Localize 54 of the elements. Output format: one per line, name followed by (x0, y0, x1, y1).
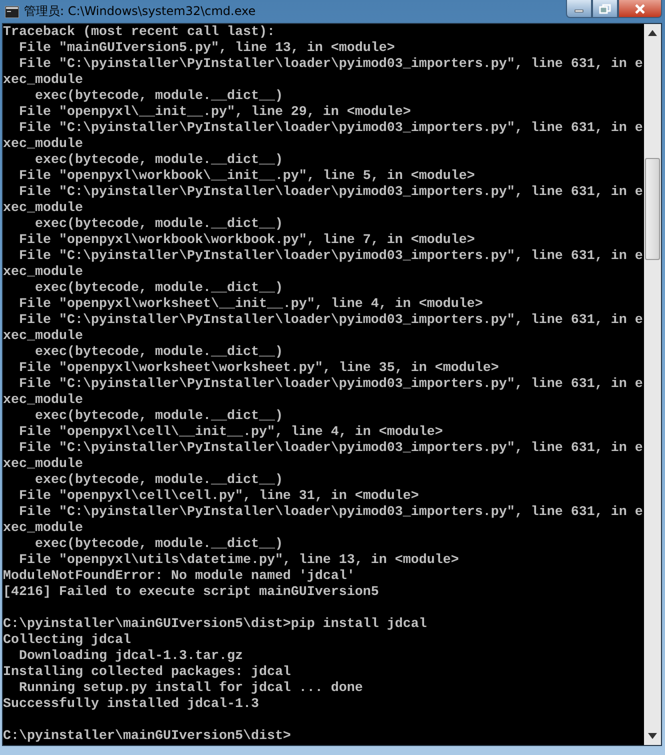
console-line: ModuleNotFoundError: No module named 'jdcal' (3, 569, 356, 585)
console-line: File "C:\pyinstaller\PyInstaller\loader\pyimod03_importers.py", line 631, in e (18, 121, 644, 137)
console-line: File "openpyxl\worksheet\__init__.py", line 4, in <module> (18, 297, 484, 313)
console-line: File "openpyxl\worksheet\worksheet.py", line 35, in <module> (18, 361, 500, 377)
console-line: xec_module (3, 201, 84, 217)
console-line: exec(bytecode, module.__dict__) (34, 153, 284, 169)
console-line: File "C:\pyinstaller\PyInstaller\loader\pyimod03_importers.py", line 631, in e (18, 441, 644, 457)
restore-button[interactable] (592, 0, 618, 18)
console-line: File "openpyxl\cell\cell.py", line 31, in <module> (18, 489, 420, 505)
console-line: exec(bytecode, module.__dict__) (34, 409, 284, 425)
console-line: exec(bytecode, module.__dict__) (34, 345, 284, 361)
console-line: Downloading jdcal-1.3.tar.gz (18, 649, 244, 665)
scroll-thumb[interactable] (645, 158, 660, 260)
console-line: File "C:\pyinstaller\PyInstaller\loader\pyimod03_importers.py", line 631, in e (18, 185, 644, 201)
console-line: File "openpyxl\__init__.py", line 29, in <module> (18, 105, 412, 121)
console-line: Collecting jdcal (3, 633, 132, 649)
console-line: exec(bytecode, module.__dict__) (34, 89, 284, 105)
console-line: exec(bytecode, module.__dict__) (34, 217, 284, 233)
console-line: [4216] Failed to execute script mainGUIversion5 (3, 585, 380, 601)
console-line: File "C:\pyinstaller\PyInstaller\loader\pyimod03_importers.py", line 631, in e (18, 377, 644, 393)
console-line: Running setup.py install for jdcal ... done (18, 681, 364, 697)
console-line: xec_module (3, 521, 84, 537)
scroll-up-icon[interactable] (648, 30, 657, 36)
console-line: C:\pyinstaller\mainGUIversion5\dist> (3, 729, 292, 745)
console-line: File "openpyxl\utils\datetime.py", line 13, in <module> (18, 553, 460, 569)
minimize-button[interactable] (566, 0, 592, 18)
scrollbar[interactable] (644, 24, 661, 745)
scroll-down-icon[interactable] (648, 733, 657, 739)
console-line: exec(bytecode, module.__dict__) (34, 473, 284, 489)
close-button[interactable] (618, 0, 662, 18)
console-line: File "openpyxl\workbook\__init__.py", line 5, in <module> (18, 169, 476, 185)
console-line: File "C:\pyinstaller\PyInstaller\loader\pyimod03_importers.py", line 631, in e (18, 313, 644, 329)
console-line: exec(bytecode, module.__dict__) (34, 281, 284, 297)
console-line: xec_module (3, 137, 84, 153)
console-line: File "openpyxl\workbook\workbook.py", line 7, in <module> (18, 233, 476, 249)
console-line: Installing collected packages: jdcal (3, 665, 292, 681)
window-title: 管理员: C:\Windows\system32\cmd.exe (24, 3, 256, 20)
console-line: File "openpyxl\cell\__init__.py", line 4, in <module> (18, 425, 444, 441)
restore-icon (599, 4, 611, 14)
console-line: exec(bytecode, module.__dict__) (34, 537, 284, 553)
console-line: xec_module (3, 73, 84, 89)
console-line: xec_module (3, 393, 84, 409)
console-line: File "mainGUIversion5.py", line 13, in <module> (18, 41, 396, 57)
console-line: File "C:\pyinstaller\PyInstaller\loader\pyimod03_importers.py", line 631, in e (18, 505, 644, 521)
console-line: xec_module (3, 265, 84, 281)
console-line: File "C:\pyinstaller\PyInstaller\loader\pyimod03_importers.py", line 631, in e (18, 57, 644, 73)
console-line: Successfully installed jdcal-1.3 (3, 697, 260, 713)
console-line: C:\pyinstaller\mainGUIversion5\dist>pip install jdcal (3, 617, 428, 633)
console-line: File "C:\pyinstaller\PyInstaller\loader\pyimod03_importers.py", line 631, in e (18, 249, 644, 265)
console-line: Traceback (most recent call last): (3, 25, 276, 41)
console-line: xec_module (3, 329, 84, 345)
console-line: xec_module (3, 457, 84, 473)
close-icon (634, 4, 646, 14)
console-icon (5, 6, 19, 18)
